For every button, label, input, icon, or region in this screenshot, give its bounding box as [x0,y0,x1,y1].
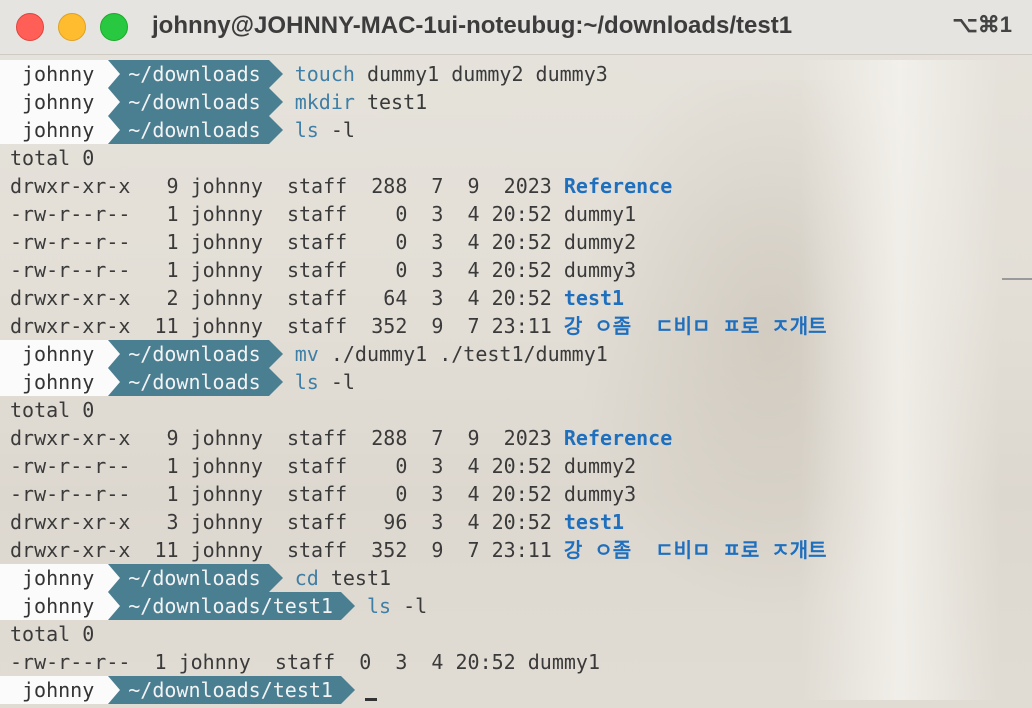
directory-name: 강 ㅇ좀 ㄷ비ㅁ ㅍ로 ㅈ개트 [563,314,827,338]
directory-name: test1 [563,510,625,534]
file-entry-meta: -rw-r--r-- 1 johnny staff 0 3 4 20:52 [10,202,564,226]
scrollbar-indicator[interactable] [1002,278,1032,280]
command-args: dummy1 dummy2 dummy3 [354,62,608,86]
command-args: -l [391,594,428,618]
command: mkdir test1 [295,88,427,116]
terminal-window[interactable]: johnny@JOHNNY-MAC-1ui-noteubug:~/downloa… [0,0,1032,708]
output-line: total 0 [0,620,1032,648]
prompt-line: johnny ~/downloads/test1 [0,676,1032,704]
close-button[interactable] [16,13,44,41]
file-name: dummy3 [563,482,637,506]
command-name: ls [294,118,319,142]
command-args: test1 [318,566,392,590]
prompt-line: johnny ~/downloads ls -l [0,368,1032,396]
prompt-user: johnny [0,368,109,396]
file-entry-meta: -rw-r--r-- 1 johnny staff 0 3 4 20:52 [10,230,564,254]
command-args: test1 [354,90,428,114]
title-bar[interactable]: johnny@JOHNNY-MAC-1ui-noteubug:~/downloa… [0,0,1032,55]
output-line: -rw-r--r-- 1 johnny staff 0 3 4 20:52 du… [0,256,1032,284]
zoom-button[interactable] [100,13,128,41]
command-args: -l [318,370,355,394]
prompt-line: johnny ~/downloads ls -l [0,116,1032,144]
prompt-user: johnny [0,88,109,116]
command: touch dummy1 dummy2 dummy3 [295,60,608,88]
prompt-directory: ~/downloads [108,368,284,396]
file-entry-meta: -rw-r--r-- 1 johnny staff 0 3 4 20:52 [10,650,528,674]
prompt-directory: ~/downloads/test1 [108,592,355,620]
command: ls -l [295,116,355,144]
command-name: mkdir [294,90,355,114]
output-line: drwxr-xr-x 11 johnny staff 352 9 7 23:11… [0,536,1032,564]
command-args: ./dummy1 ./test1/dummy1 [318,342,608,366]
output-line: -rw-r--r-- 1 johnny staff 0 3 4 20:52 du… [0,452,1032,480]
prompt-user: johnny [0,116,109,144]
output-line: total 0 [0,396,1032,424]
prompt-line: johnny ~/downloads mv ./dummy1 ./test1/dum… [0,340,1032,368]
file-name: dummy2 [563,454,637,478]
file-entry-meta: drwxr-xr-x 11 johnny staff 352 9 7 23:11 [10,538,564,562]
directory-name: test1 [563,286,625,310]
command: ls -l [295,368,355,396]
output-line: -rw-r--r-- 1 johnny staff 0 3 4 20:52 du… [0,200,1032,228]
output-line: -rw-r--r-- 1 johnny staff 0 3 4 20:52 du… [0,648,1032,676]
file-name: dummy2 [563,230,637,254]
file-entry-meta: drwxr-xr-x 11 johnny staff 352 9 7 23:11 [10,314,564,338]
file-entry-meta: drwxr-xr-x 9 johnny staff 288 7 9 2023 [10,426,564,450]
prompt-user: johnny [0,592,109,620]
output-line: drwxr-xr-x 11 johnny staff 352 9 7 23:11… [0,312,1032,340]
file-entry-meta: -rw-r--r-- 1 johnny staff 0 3 4 20:52 [10,454,564,478]
command-name: mv [294,342,319,366]
window-title: johnny@JOHNNY-MAC-1ui-noteubug:~/downloa… [152,12,793,39]
terminal-output[interactable]: johnny ~/downloads touch dummy1 dummy2 dum… [0,60,1032,704]
prompt-directory: ~/downloads/test1 [108,676,355,704]
directory-name: Reference [563,426,673,450]
prompt-directory: ~/downloads [108,340,284,368]
output-line: drwxr-xr-x 9 johnny staff 288 7 9 2023 R… [0,424,1032,452]
minimize-button[interactable] [58,13,86,41]
file-name: dummy1 [527,650,601,674]
output-text: total 0 [10,398,95,422]
output-line: -rw-r--r-- 1 johnny staff 0 3 4 20:52 du… [0,480,1032,508]
command-name: cd [294,566,319,590]
prompt-directory: ~/downloads [108,60,284,88]
file-entry-meta: -rw-r--r-- 1 johnny staff 0 3 4 20:52 [10,258,564,282]
command-args: -l [318,118,355,142]
command-name: ls [366,594,392,618]
text-cursor[interactable] [364,697,377,701]
prompt-line: johnny ~/downloads mkdir test1 [0,88,1032,116]
output-line: total 0 [0,144,1032,172]
prompt-user: johnny [0,340,109,368]
output-line: drwxr-xr-x 3 johnny staff 96 3 4 20:52 t… [0,508,1032,536]
output-line: -rw-r--r-- 1 johnny staff 0 3 4 20:52 du… [0,228,1032,256]
output-line: drwxr-xr-x 2 johnny staff 64 3 4 20:52 t… [0,284,1032,312]
file-name: dummy1 [563,202,637,226]
directory-name: Reference [563,174,673,198]
output-text: total 0 [10,622,95,646]
prompt-user: johnny [0,564,109,592]
file-entry-meta: drwxr-xr-x 9 johnny staff 288 7 9 2023 [10,174,564,198]
traffic-lights [16,13,128,41]
command: cd test1 [295,564,391,592]
window-shortcut: ⌥⌘1 [952,12,1012,37]
prompt-directory: ~/downloads [108,88,284,116]
prompt-directory: ~/downloads [108,564,284,592]
command-name: ls [294,370,319,394]
prompt-user: johnny [0,60,109,88]
output-text: total 0 [10,146,95,170]
prompt-user: johnny [0,676,109,704]
prompt-line: johnny ~/downloads cd test1 [0,564,1032,592]
file-entry-meta: drwxr-xr-x 2 johnny staff 64 3 4 20:52 [10,286,564,310]
prompt-line: johnny ~/downloads touch dummy1 dummy2 dum… [0,60,1032,88]
file-entry-meta: -rw-r--r-- 1 johnny staff 0 3 4 20:52 [10,482,564,506]
command: ls -l [367,592,427,620]
prompt-line: johnny ~/downloads/test1 ls -l [0,592,1032,620]
file-name: dummy3 [563,258,637,282]
command: mv ./dummy1 ./test1/dummy1 [295,340,608,368]
output-line: drwxr-xr-x 9 johnny staff 288 7 9 2023 R… [0,172,1032,200]
prompt-directory: ~/downloads [108,116,284,144]
file-entry-meta: drwxr-xr-x 3 johnny staff 96 3 4 20:52 [10,510,564,534]
command-name: touch [294,62,355,86]
directory-name: 강 ㅇ좀 ㄷ비ㅁ ㅍ로 ㅈ개트 [563,538,827,562]
